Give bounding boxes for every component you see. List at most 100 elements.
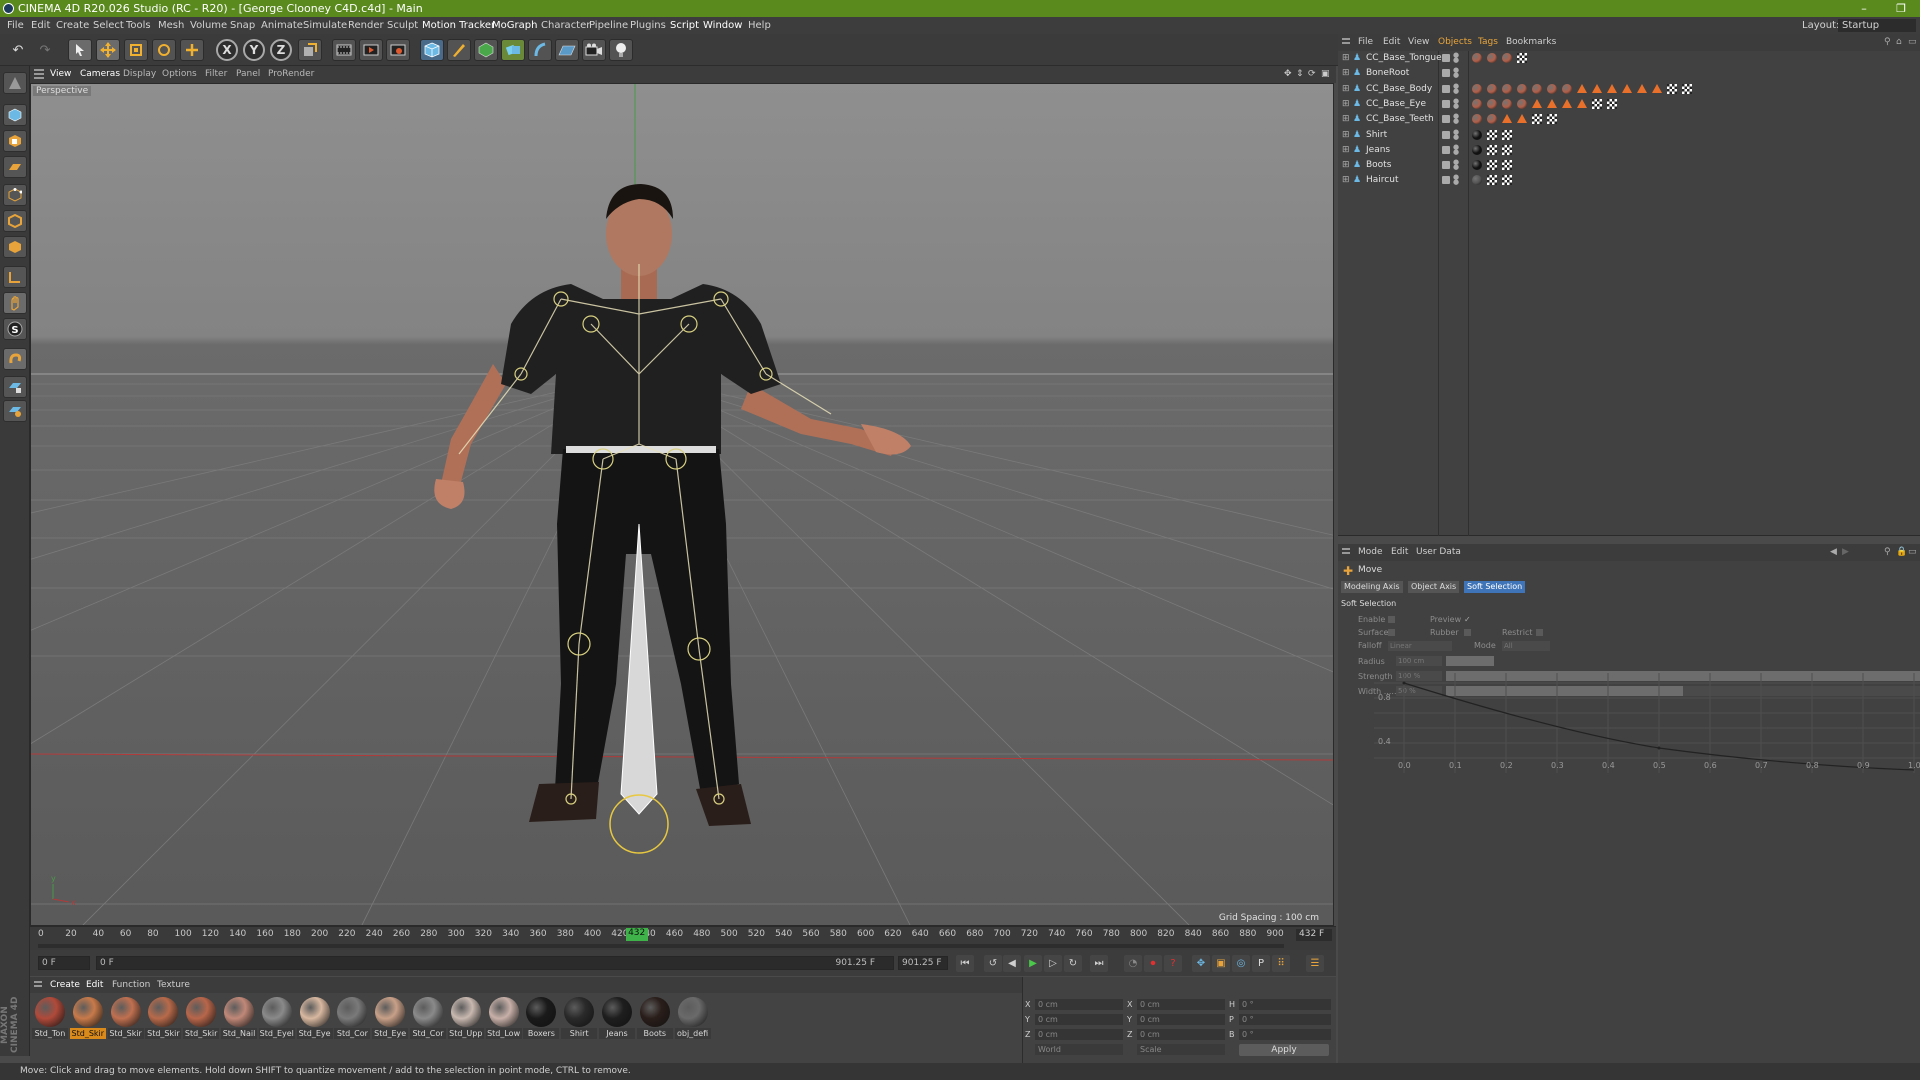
expand-toggle-icon[interactable]: ⊞ (1342, 173, 1350, 188)
visibility-checkbox[interactable] (1442, 69, 1450, 78)
material-slot[interactable]: Std_Skir (183, 995, 220, 1042)
viewport-menu-panel[interactable]: Panel (236, 66, 260, 83)
viewport-menu-cameras[interactable]: Cameras (80, 66, 120, 83)
object-name[interactable]: CC_Base_Eye (1366, 97, 1426, 112)
om-search-icon[interactable]: ⚲ (1884, 34, 1891, 51)
viewport-rotate-icon[interactable]: ⟳ (1308, 66, 1316, 83)
object-manager-grip-icon[interactable] (1342, 38, 1350, 46)
material-tag-icon[interactable] (1472, 114, 1482, 125)
editor-render-dots-icon[interactable]: ● ● (1453, 52, 1459, 64)
curve-point-start[interactable] (1402, 681, 1406, 685)
coordinate-space-dropdown[interactable]: World (1035, 1044, 1123, 1055)
rot-h-field[interactable]: 0 ° (1239, 999, 1331, 1010)
planar-workplane-icon[interactable] (3, 400, 27, 422)
next-frame-button[interactable]: ▷ (1044, 955, 1062, 972)
object-row[interactable]: ⊞ ♟ Shirt ● ● (1338, 128, 1920, 143)
visibility-checkbox[interactable] (1442, 130, 1450, 139)
phong-tag-icon[interactable] (1652, 83, 1662, 93)
record-active-objects-icon[interactable]: ⏺ (1144, 955, 1162, 972)
om-menu-edit[interactable]: Edit (1383, 34, 1400, 51)
visibility-checkbox[interactable] (1442, 84, 1450, 93)
tweak-mode-icon[interactable] (3, 292, 27, 314)
visibility-checkbox[interactable] (1442, 99, 1450, 108)
pos-z-field[interactable]: 0 cm (1035, 1029, 1123, 1040)
bone-root-shape[interactable] (620, 523, 658, 815)
menu-motion-tracker[interactable]: Motion Tracker (422, 17, 495, 34)
move-tool-icon[interactable] (96, 39, 120, 61)
material-tag-icon[interactable] (1502, 53, 1512, 63)
phong-tag-icon[interactable] (1607, 83, 1617, 93)
editor-render-dots-icon[interactable]: ● ● (1453, 67, 1459, 79)
expand-toggle-icon[interactable]: ⊞ (1342, 51, 1350, 66)
visibility-checkbox[interactable] (1442, 161, 1450, 170)
character-model[interactable] (434, 184, 911, 854)
viewport-menu-prorender[interactable]: ProRender (268, 66, 314, 83)
rot-p-field[interactable]: 0 ° (1239, 1014, 1331, 1025)
points-mode-icon[interactable] (3, 184, 27, 206)
timeline-window-icon[interactable]: ☰ (1306, 955, 1324, 972)
subdivision-surface-icon[interactable] (474, 39, 498, 61)
material-menu-function[interactable]: Function (112, 977, 150, 993)
editor-render-dots-icon[interactable]: ● ● (1453, 143, 1459, 155)
camera-label[interactable]: Perspective (33, 86, 92, 96)
key-rotation-icon[interactable]: ◎ (1232, 955, 1250, 972)
scale-tool-icon[interactable] (124, 39, 148, 61)
menu-plugins[interactable]: Plugins (630, 17, 666, 34)
layout-dropdown[interactable]: Startup (1838, 19, 1916, 32)
uvw-tag-icon[interactable] (1682, 83, 1692, 94)
material-grip-icon[interactable] (34, 981, 42, 989)
frame-range-slider[interactable]: 0 F 901.25 F (96, 956, 894, 970)
deformer-bend-icon[interactable] (528, 39, 552, 61)
enable-axis-icon[interactable] (3, 348, 27, 370)
attribute-grip-icon[interactable] (1342, 548, 1350, 556)
material-menu-create[interactable]: Create (50, 977, 80, 993)
viewport-grip-icon[interactable] (34, 69, 44, 79)
object-row[interactable]: ⊞ ♟ CC_Base_Tongue ● ● (1338, 51, 1920, 66)
redo-button[interactable]: ↷ (33, 39, 57, 61)
menu-render[interactable]: Render (348, 17, 384, 34)
polygons-mode-icon[interactable] (3, 236, 27, 258)
am-new-view-icon[interactable]: ▭ (1908, 544, 1917, 561)
expand-toggle-icon[interactable]: ⊞ (1342, 112, 1350, 127)
object-name[interactable]: CC_Base_Tongue (1366, 51, 1442, 66)
menu-help[interactable]: Help (748, 17, 771, 34)
camera-icon[interactable] (582, 39, 606, 61)
om-new-view-icon[interactable]: ▭ (1908, 34, 1917, 51)
object-name[interactable]: CC_Base_Body (1366, 82, 1432, 97)
coordinate-system-icon[interactable] (298, 39, 322, 61)
make-editable-icon[interactable] (3, 72, 27, 94)
viewport-dolly-icon[interactable]: ⇕ (1296, 66, 1304, 83)
mode-dropdown[interactable]: All (1502, 641, 1550, 651)
material-tag-icon[interactable] (1502, 98, 1512, 109)
key-point-level-icon[interactable]: ⠿ (1272, 955, 1290, 972)
restrict-checkbox[interactable] (1536, 629, 1543, 636)
object-row[interactable]: ⊞ ♟ BoneRoot ● ● (1338, 66, 1920, 81)
visibility-checkbox[interactable] (1442, 176, 1450, 185)
material-slot[interactable]: Std_Upp (447, 995, 484, 1042)
render-view-icon[interactable] (332, 39, 356, 61)
menu-window[interactable]: Window (703, 17, 742, 34)
material-slot[interactable]: Std_Cor (410, 995, 446, 1042)
material-tag-icon[interactable] (1472, 83, 1482, 94)
menu-pipeline[interactable]: Pipeline (589, 17, 628, 34)
object-row[interactable]: ⊞ ♟ CC_Base_Eye ● ● (1338, 97, 1920, 112)
object-name[interactable]: Boots (1366, 158, 1391, 173)
live-selection-icon[interactable] (68, 39, 92, 61)
material-tag-icon[interactable] (1562, 83, 1572, 94)
uvw-tag-icon[interactable] (1607, 98, 1617, 109)
current-frame-marker[interactable]: 432 (625, 928, 648, 941)
uvw-tag-icon[interactable] (1502, 129, 1512, 140)
am-menu-user-data[interactable]: User Data (1416, 544, 1461, 561)
uvw-tag-icon[interactable] (1487, 175, 1497, 186)
uvw-tag-icon[interactable] (1667, 83, 1677, 94)
editor-render-dots-icon[interactable]: ● ● (1453, 128, 1459, 140)
go-to-start-button[interactable]: ⏮ (956, 955, 974, 972)
object-row[interactable]: ⊞ ♟ Jeans ● ● (1338, 143, 1920, 158)
am-search-icon[interactable]: ⚲ (1884, 544, 1891, 561)
menu-script[interactable]: Script (670, 17, 699, 34)
z-axis-lock-button[interactable]: Z (270, 39, 292, 61)
material-slot[interactable]: Jeans (599, 995, 635, 1042)
object-row[interactable]: ⊞ ♟ Boots ● ● (1338, 158, 1920, 173)
uvw-tag-icon[interactable] (1502, 144, 1512, 155)
menu-sculpt[interactable]: Sculpt (387, 17, 418, 34)
